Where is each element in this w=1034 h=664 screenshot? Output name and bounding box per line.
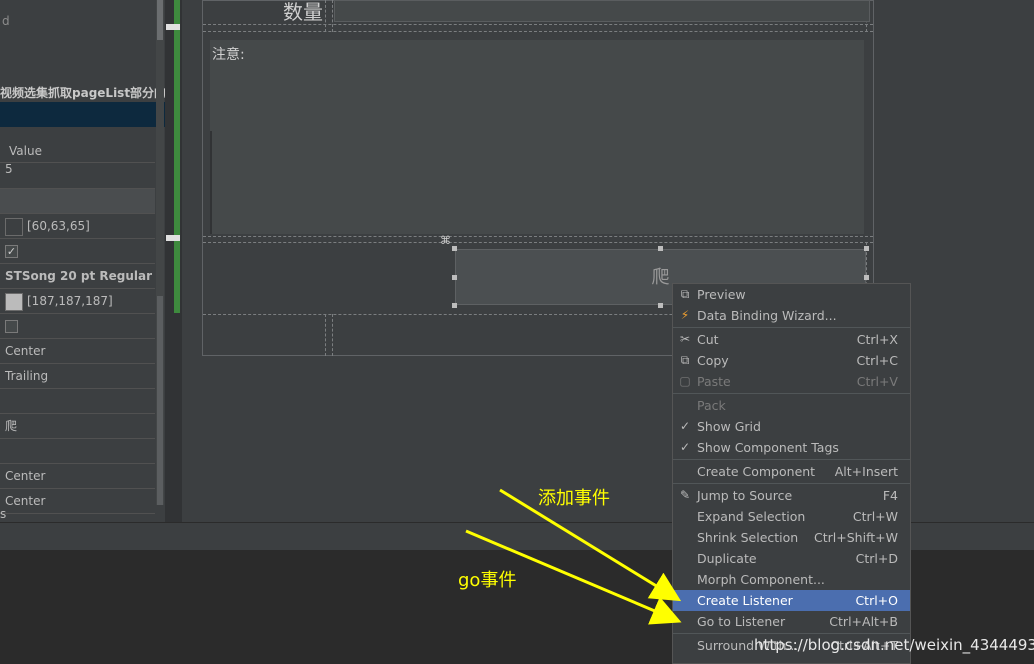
watermark-text: https://blog.csdn.net/weixin_43444930: [754, 636, 1034, 654]
go-event-annotation: go事件: [458, 570, 517, 591]
annotation-arrows: [465, 488, 682, 625]
add-event-annotation: 添加事件: [538, 488, 610, 509]
